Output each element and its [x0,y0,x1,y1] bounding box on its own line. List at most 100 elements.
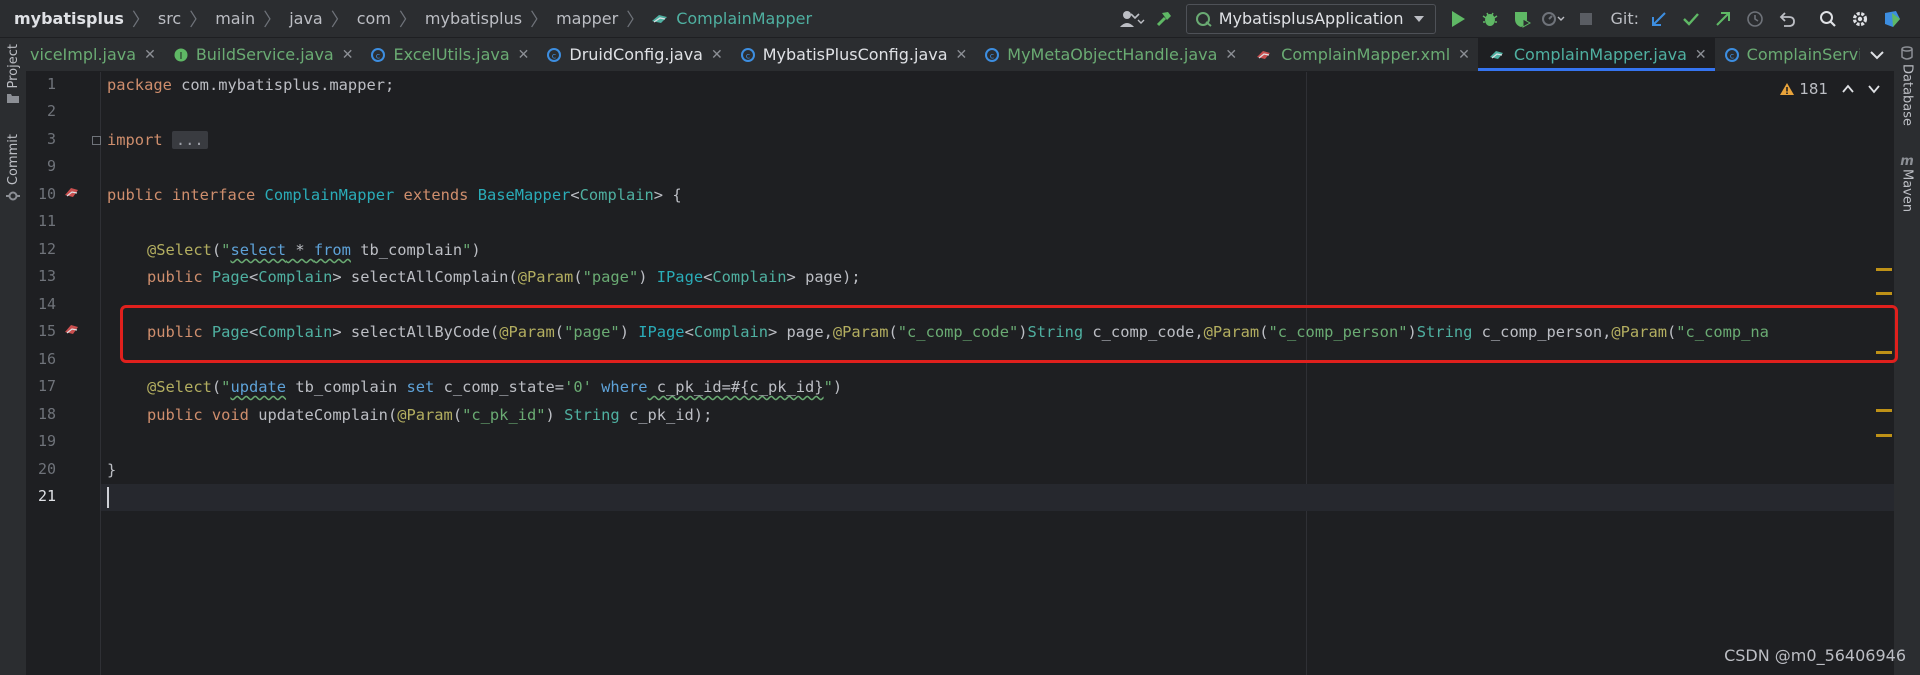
code-line-1[interactable]: package com.mybatisplus.mapper; [107,72,394,99]
project-tool-button[interactable]: Project [0,44,26,104]
code-line-17[interactable]: @Select(" update tb_complain set c_comp_s… [147,374,842,401]
ide-logo-icon[interactable] [1877,4,1907,34]
debug-icon[interactable] [1475,4,1505,34]
fold-toggle-icon[interactable] [92,136,101,145]
run-configuration-selector[interactable]: MybatisplusApplication [1185,3,1437,34]
type-name: Complain [579,186,654,204]
tab-build-service[interactable]: I BuildService.java ✕ [164,38,362,71]
mybatis-navigate-icon[interactable] [63,322,81,342]
code-editor[interactable]: package com.mybatisplus.mapper; import .… [101,72,1894,675]
warning-stripe-marker[interactable] [1876,409,1892,412]
build-hammer-icon[interactable] [1149,4,1179,34]
close-icon[interactable]: ✕ [144,47,156,63]
code-line-20[interactable]: } [107,457,116,484]
code-token: ( [573,268,583,286]
code-line-13[interactable]: public Page<Complain> selectAllComplain(… [147,264,861,291]
code-line-12[interactable]: @Select("select * from tb_complain") [147,237,481,264]
close-icon[interactable]: ✕ [956,47,968,63]
breadcrumb-com[interactable]: com [353,9,395,28]
database-tool-button[interactable]: Database [1894,46,1920,126]
keyword: interface [162,186,265,204]
breadcrumb-mapper[interactable]: mapper [552,9,622,28]
close-icon[interactable]: ✕ [342,47,354,63]
profiler-icon[interactable] [1539,4,1569,34]
line-number: 1 [46,75,56,93]
git-commit-icon[interactable] [1676,4,1706,34]
code-line-18[interactable]: public void updateComplain(@Param("c_pk_… [147,402,712,429]
breadcrumb-project[interactable]: mybatisplus [14,9,128,28]
git-push-icon[interactable] [1708,4,1738,34]
class-file-icon: c [547,47,562,62]
breadcrumb-java[interactable]: java [285,9,327,28]
warning-stripe-marker[interactable] [1876,268,1892,271]
chevron-down-icon[interactable] [1868,84,1880,94]
warning-icon [1780,83,1795,95]
navigation-bar: mybatisplus 〉 src 〉 main 〉 java 〉 com 〉 … [0,0,1920,38]
class-file-icon: c [985,47,1000,62]
inspection-widget[interactable]: 181 [1779,80,1880,98]
user-icon[interactable] [1117,4,1147,34]
tab-druid-config[interactable]: c DruidConfig.java ✕ [537,38,730,71]
code-line-3[interactable]: import ... [107,127,208,154]
breadcrumb-separator: 〉 [330,9,349,31]
sql-keyword: set [406,378,435,396]
code-line-10[interactable]: public interface ComplainMapper extends … [107,182,682,209]
tab-label: viceImpl.java [30,45,137,64]
code-token: > { [653,186,682,204]
annotation: @Select [147,378,212,396]
tab-complain-mapper-java[interactable]: ComplainMapper.java ✕ [1477,38,1715,71]
close-icon[interactable]: ✕ [1458,47,1470,63]
maven-tool-button[interactable]: m Maven [1894,154,1920,212]
type-name: IPage [656,268,704,286]
close-icon[interactable]: ✕ [518,47,530,63]
code-token: < [248,268,259,286]
history-icon[interactable] [1740,4,1770,34]
commit-tool-button[interactable]: Commit [0,134,26,203]
warning-stripe-marker[interactable] [1876,292,1892,295]
tab-label: ComplainMapper.java [1513,45,1687,64]
tab-my-meta-object-handle[interactable]: c MyMetaObjectHandle.java ✕ [975,38,1245,71]
gear-icon[interactable] [1845,4,1875,34]
chevron-down-icon [1414,15,1425,22]
tab-label: ComplainMapper.xml [1281,45,1451,64]
chevron-up-icon[interactable] [1842,84,1854,94]
line-number: 19 [37,432,56,450]
sql-keyword: where [601,378,648,396]
run-icon[interactable] [1443,4,1473,34]
coverage-icon[interactable] [1507,4,1537,34]
breadcrumb-main[interactable]: main [211,9,259,28]
git-update-icon[interactable] [1644,4,1674,34]
mybatis-navigate-icon[interactable] [63,185,81,205]
line-number: 14 [37,295,56,313]
line-number: 16 [37,350,56,368]
breadcrumb-separator: 〉 [626,9,645,31]
tab-complain-mapper-xml[interactable]: ComplainMapper.xml ✕ [1245,38,1478,71]
folded-imports[interactable]: ... [171,131,208,149]
close-icon[interactable]: ✕ [711,47,723,63]
commit-icon [6,191,20,201]
rollback-icon[interactable] [1772,4,1802,34]
close-icon[interactable]: ✕ [1225,47,1237,63]
close-icon[interactable]: ✕ [1695,47,1707,63]
breadcrumb-separator: 〉 [530,9,549,31]
tab-mybatis-plus-config[interactable]: c MybatisPlusConfig.java ✕ [731,38,976,71]
breadcrumb-file[interactable]: ComplainMapper [672,9,816,28]
search-icon[interactable] [1813,4,1843,34]
code-line-21[interactable] [107,484,109,511]
warning-stripe-marker[interactable] [1876,434,1892,437]
project-tool-label: Project [5,44,21,89]
code-token: c_pk_id); [619,406,713,424]
line-number: 3 [46,130,56,148]
stop-icon[interactable] [1571,4,1601,34]
tab-label: MybatisPlusConfig.java [762,45,948,64]
breadcrumb-src[interactable]: src [154,9,185,28]
code-token: > [332,268,351,286]
tab-service-impl[interactable]: viceImpl.java ✕ [26,38,164,71]
code-token: ( [452,406,463,424]
tab-overflow-button[interactable] [1860,38,1894,71]
class-file-icon: c [740,47,755,62]
keyword: extends [394,186,478,204]
tab-excel-utils[interactable]: c ExcelUtils.java ✕ [361,38,537,71]
breadcrumb-mybatisplus[interactable]: mybatisplus [421,9,526,28]
